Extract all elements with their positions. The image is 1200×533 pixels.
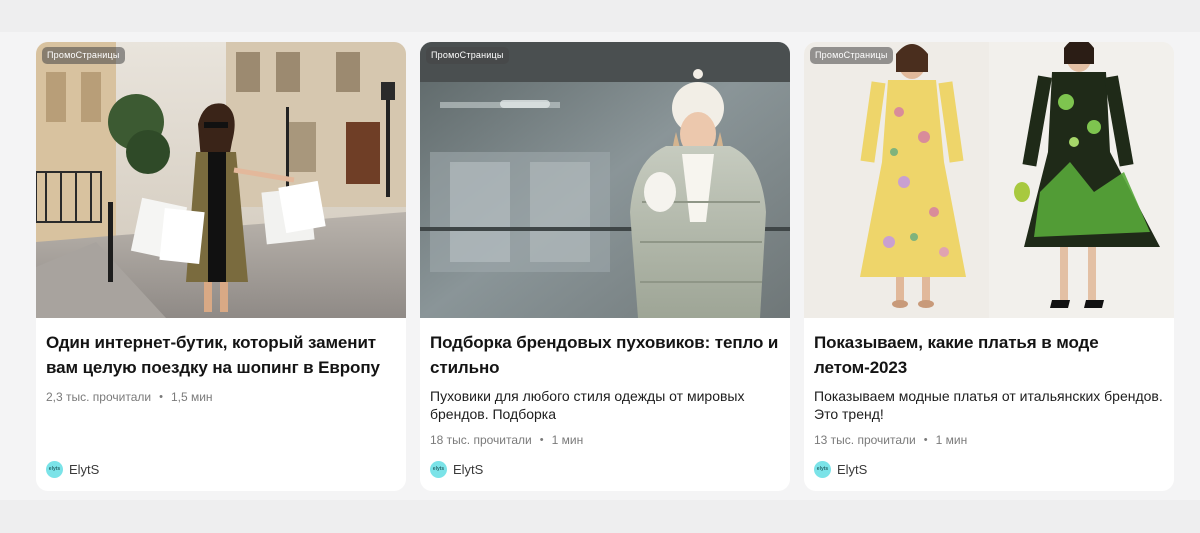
card-image: ПромоСтраницы: [420, 42, 790, 318]
card-body: Подборка брендовых пуховиков: тепло и ст…: [420, 318, 790, 447]
avatar: elyts: [430, 461, 447, 478]
channel-link[interactable]: elyts ElytS: [814, 461, 867, 478]
promo-badge: ПромоСтраницы: [42, 47, 125, 64]
channel-name[interactable]: ElytS: [69, 462, 99, 477]
read-count: 18 тыс. прочитали: [430, 433, 532, 447]
read-duration: 1,5 мин: [170, 390, 213, 404]
card-body: Один интернет-бутик, который заменит вам…: [36, 318, 406, 404]
avatar: elyts: [814, 461, 831, 478]
feed-card-puffer-jackets[interactable]: ПромоСтраницы Подборка брендовых пуховик…: [420, 42, 790, 491]
card-image: ПромоСтраницы: [804, 42, 1174, 318]
read-count: 13 тыс. прочитали: [814, 433, 916, 447]
promo-badge: ПромоСтраницы: [426, 47, 509, 64]
card-body: Показываем, какие платья в моде летом-20…: [804, 318, 1174, 447]
meta-separator: •: [923, 434, 928, 446]
card-subtitle: Пуховики для любого стиля одежды от миро…: [430, 388, 745, 422]
channel-name[interactable]: ElytS: [837, 462, 867, 477]
promo-badge: ПромоСтраницы: [810, 47, 893, 64]
meta-separator: •: [159, 391, 163, 403]
feed: ПромоСтраницы Один интернет-бутик, котор…: [36, 42, 1174, 491]
read-count: 2,3 тыс. прочитали: [46, 390, 152, 404]
read-duration: 1 мин: [551, 433, 584, 447]
woman-with-shopping-bags-photo: [36, 42, 406, 318]
avatar: elyts: [46, 461, 63, 478]
card-meta: 13 тыс. прочитали • 1 мин: [814, 433, 1164, 447]
woman-in-puffer-jacket-photo: [420, 42, 790, 318]
read-duration: 1 мин: [935, 433, 968, 447]
two-dresses-photo: [804, 42, 1174, 318]
channel-link[interactable]: elyts ElytS: [430, 461, 483, 478]
feed-card-boutique[interactable]: ПромоСтраницы Один интернет-бутик, котор…: [36, 42, 406, 491]
card-subtitle: Показываем модные платья от итальянских …: [814, 388, 1163, 422]
card-title[interactable]: Подборка брендовых пуховиков: тепло и ст…: [430, 330, 780, 380]
meta-separator: •: [539, 434, 544, 446]
card-meta: 18 тыс. прочитали • 1 мин: [430, 433, 780, 447]
card-image: ПромоСтраницы: [36, 42, 406, 318]
channel-link[interactable]: elyts ElytS: [46, 461, 99, 478]
card-meta: 2,3 тыс. прочитали • 1,5 мин: [46, 390, 396, 404]
card-title[interactable]: Показываем, какие платья в моде летом-20…: [814, 330, 1164, 380]
channel-name[interactable]: ElytS: [453, 462, 483, 477]
card-title[interactable]: Один интернет-бутик, который заменит вам…: [46, 330, 396, 380]
feed-card-dresses[interactable]: ПромоСтраницы Показываем, какие платья в…: [804, 42, 1174, 491]
